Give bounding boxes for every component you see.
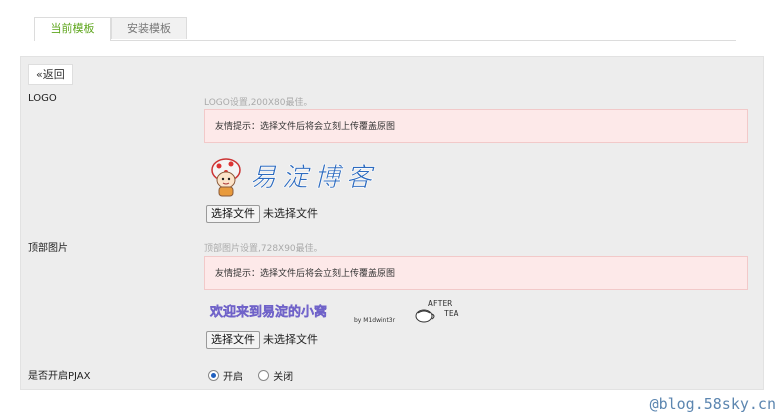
pjax-off-label[interactable]: 关闭 <box>273 372 293 383</box>
logo-preview-text: 易淀博客 <box>250 163 378 193</box>
logo-choose-file-button[interactable]: 选择文件 <box>206 205 260 223</box>
header-choose-file-button[interactable]: 选择文件 <box>206 331 260 349</box>
header-image-hint: 顶部图片设置,728X90最佳。 <box>204 244 323 254</box>
header-upload-notice: 友情提示：选择文件后将会立刻上传覆盖原图 <box>204 256 748 290</box>
header-file-picker: 选择文件 未选择文件 <box>206 331 318 349</box>
settings-panel <box>20 56 764 390</box>
pjax-off-radio[interactable] <box>258 370 270 381</box>
logo-upload-notice: 友情提示：选择文件后将会立刻上传覆盖原图 <box>204 109 748 143</box>
banner-after-text: AFTER <box>428 299 452 308</box>
banner-welcome-text: 欢迎来到易淀的小窝 <box>209 304 327 320</box>
logo-preview-image: 易淀博客 <box>211 158 378 197</box>
watermark-text: @blog.58sky.cn <box>649 395 776 413</box>
banner-by-text: by M1dwint3r <box>354 317 396 324</box>
template-tabs: 当前模板 安装模板 <box>34 17 736 41</box>
tab-current-template[interactable]: 当前模板 <box>34 17 111 41</box>
header-image-label: 顶部图片 <box>28 243 68 254</box>
logo-file-picker: 选择文件 未选择文件 <box>206 205 318 223</box>
header-preview-image: 欢迎来到易淀的小窝 by M1dwint3r AFTER TEA <box>209 299 459 324</box>
logo-hint: LOGO设置,200X80最佳。 <box>204 98 313 108</box>
pjax-on-label[interactable]: 开启 <box>223 372 243 383</box>
back-button[interactable]: «返回 <box>28 64 73 85</box>
logo-label: LOGO <box>28 93 57 104</box>
pjax-on-radio[interactable] <box>208 370 219 381</box>
pjax-radio-group: 开启 关闭 <box>208 368 305 383</box>
header-file-status: 未选择文件 <box>263 333 318 346</box>
logo-file-status: 未选择文件 <box>263 207 318 220</box>
tab-install-template[interactable]: 安装模板 <box>111 17 187 39</box>
banner-tea-text: TEA <box>444 309 459 318</box>
pjax-label: 是否开启PJAX <box>28 371 91 382</box>
